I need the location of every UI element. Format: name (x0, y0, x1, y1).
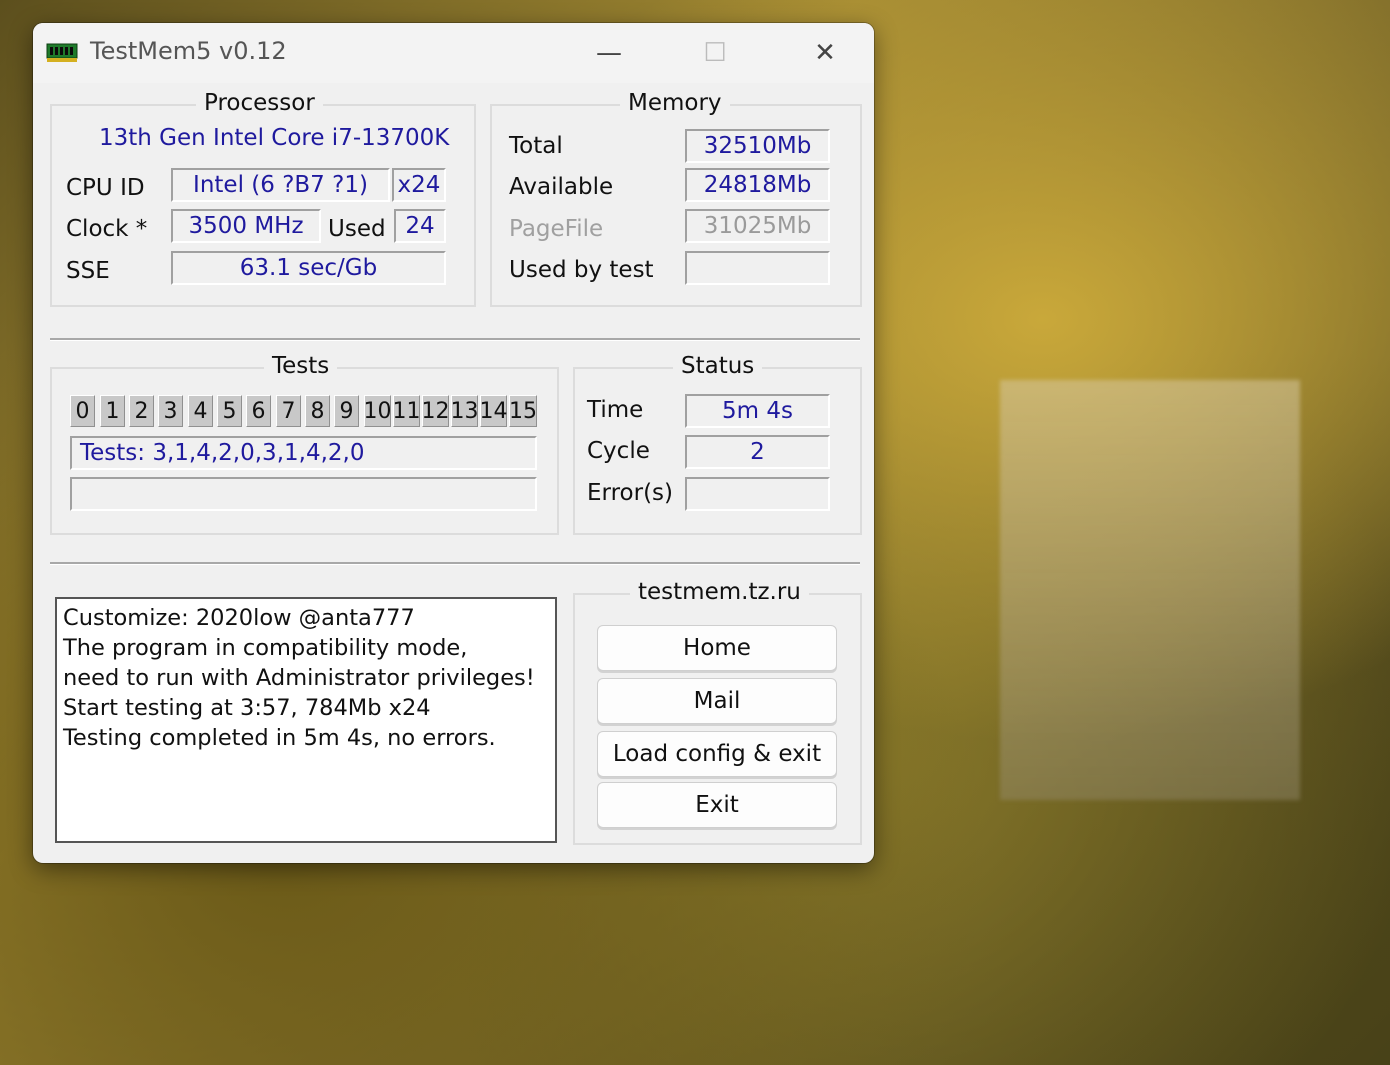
cpu-id-label: CPU ID (66, 175, 145, 201)
available-label: Available (509, 174, 614, 200)
tests-sequence-field: Tests: 3,1,4,2,0,3,1,4,2,0 (70, 436, 537, 470)
used-field: 24 (394, 209, 446, 243)
test-cell-0[interactable]: 0 (70, 395, 95, 427)
test-cell-15[interactable]: 15 (509, 395, 537, 427)
test-cell-10[interactable]: 10 (364, 395, 392, 427)
log-line: The program in compatibility mode, (63, 635, 468, 661)
test-cell-3[interactable]: 3 (158, 395, 183, 427)
pagefile-label: PageFile (509, 216, 604, 242)
test-progress-bar (70, 477, 537, 511)
test-cell-1[interactable]: 1 (100, 395, 125, 427)
exit-button[interactable]: Exit (597, 782, 837, 828)
minimize-button[interactable]: — (579, 31, 639, 75)
sse-field: 63.1 sec/Gb (171, 251, 446, 285)
cpu-id-field: Intel (6 ?B7 ?1) (171, 168, 390, 202)
log-line: Customize: 2020low @anta777 (63, 605, 415, 631)
test-cell-9[interactable]: 9 (334, 395, 359, 427)
test-cell-4[interactable]: 4 (188, 395, 213, 427)
errors-label: Error(s) (587, 480, 673, 506)
test-cell-8[interactable]: 8 (305, 395, 330, 427)
links-legend: testmem.tz.ru (630, 579, 809, 605)
tests-legend: Tests (264, 353, 338, 379)
sse-label: SSE (66, 258, 110, 284)
cycle-label: Cycle (587, 438, 650, 464)
test-cell-11[interactable]: 11 (393, 395, 421, 427)
total-field: 32510Mb (685, 129, 830, 163)
pagefile-field: 31025Mb (685, 209, 830, 243)
processor-name: 13th Gen Intel Core i7-13700K (99, 125, 450, 151)
close-button[interactable]: ✕ (795, 31, 855, 75)
separator-top (50, 338, 860, 341)
test-cell-6[interactable]: 6 (246, 395, 271, 427)
status-legend: Status (673, 353, 763, 379)
clock-label: Clock * (66, 216, 148, 242)
log-output[interactable]: Customize: 2020low @anta777 The program … (55, 597, 557, 843)
test-cell-2[interactable]: 2 (129, 395, 154, 427)
title-bar[interactable]: TestMem5 v0.12 — ☐ ✕ (33, 23, 874, 83)
total-label: Total (509, 133, 563, 159)
test-cell-12[interactable]: 12 (422, 395, 450, 427)
used-by-test-label: Used by test (509, 257, 654, 283)
time-field: 5m 4s (685, 394, 830, 428)
threads-field: x24 (392, 168, 446, 202)
test-cell-14[interactable]: 14 (480, 395, 508, 427)
mail-button[interactable]: Mail (597, 678, 837, 724)
wallpaper-building (1000, 380, 1300, 800)
test-cell-5[interactable]: 5 (217, 395, 242, 427)
used-by-test-field (685, 251, 830, 285)
log-line: Testing completed in 5m 4s, no errors. (63, 725, 496, 751)
log-line: need to run with Administrator privilege… (63, 665, 535, 691)
test-cell-13[interactable]: 13 (451, 395, 479, 427)
available-field: 24818Mb (685, 168, 830, 202)
used-label: Used (328, 216, 386, 242)
clock-field: 3500 MHz (171, 209, 321, 243)
log-line: Start testing at 3:57, 784Mb x24 (63, 695, 431, 721)
window-title: TestMem5 v0.12 (90, 37, 287, 65)
cycle-field: 2 (685, 435, 830, 469)
memory-legend: Memory (620, 90, 730, 116)
time-label: Time (587, 397, 644, 423)
maximize-button[interactable]: ☐ (685, 31, 745, 75)
test-cell-7[interactable]: 7 (276, 395, 301, 427)
processor-legend: Processor (196, 90, 323, 116)
home-button[interactable]: Home (597, 625, 837, 671)
errors-field (685, 477, 830, 511)
memory-chip-icon (46, 43, 78, 62)
separator-bottom (50, 562, 860, 565)
load-config-exit-button[interactable]: Load config & exit (597, 731, 837, 777)
testmem5-window: TestMem5 v0.12 — ☐ ✕ Processor 13th Gen … (33, 23, 874, 863)
